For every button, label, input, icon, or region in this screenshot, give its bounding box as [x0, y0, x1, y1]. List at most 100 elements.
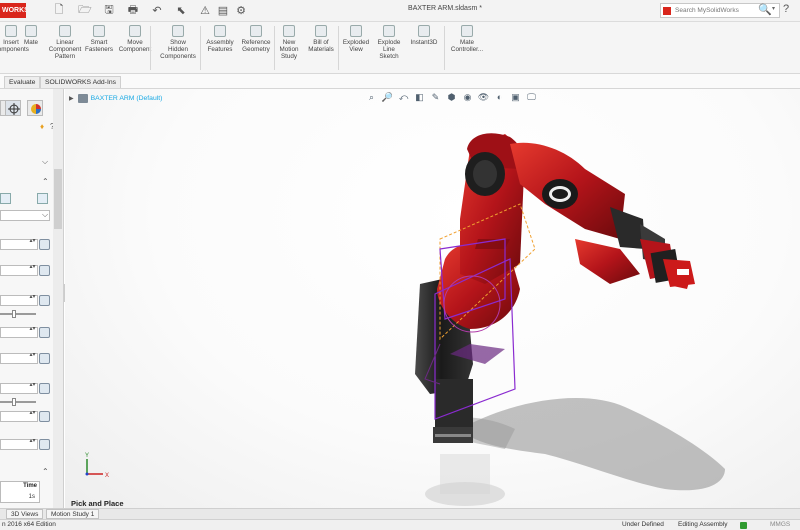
spinner-icon[interactable]: ▴▾ — [29, 294, 36, 306]
reference-geometry-button[interactable]: Reference Geometry — [238, 25, 274, 71]
new-motion-study-button[interactable]: New Motion Study — [276, 25, 302, 71]
tab-evaluate[interactable]: Evaluate — [4, 76, 41, 88]
triad-x-label: X — [105, 473, 109, 479]
mate-controller-label: Mate Controller... — [450, 39, 484, 53]
slider-thumb[interactable] — [12, 310, 16, 318]
collapse-chevron-icon-2[interactable]: ⌃ — [42, 177, 49, 186]
command-manager-ribbon: Insert ComponentsMate Linear Component Pa… — [0, 22, 800, 74]
link-value-icon[interactable] — [39, 327, 50, 338]
help-pin-icon[interactable]: ♦ — [40, 122, 44, 131]
link-value-icon[interactable] — [39, 411, 50, 422]
move-component-label: Move Component — [118, 39, 152, 53]
bill-of-materials-label: Bill of Materials — [308, 39, 334, 53]
show-hidden-components-button[interactable]: Show Hidden Components — [158, 25, 198, 71]
collapse-chevron-icon-3[interactable]: ⌃ — [42, 467, 49, 476]
assembly-features-label: Assembly Features — [206, 39, 234, 53]
spinner-icon[interactable]: ▴▾ — [29, 438, 36, 450]
spinner-icon[interactable]: ▴▾ — [29, 238, 36, 250]
file-props-icon[interactable]: ▤ — [214, 3, 232, 18]
select-icon[interactable]: ⬉ — [172, 3, 190, 18]
scrollbar-thumb[interactable] — [54, 169, 62, 229]
bill-of-materials-icon — [315, 25, 327, 37]
spinner-icon[interactable]: ▴▾ — [29, 410, 36, 422]
new-motion-study-label: New Motion Study — [279, 39, 299, 60]
link-value-icon[interactable] — [39, 239, 50, 250]
rebuild-icon[interactable]: ⚠ — [196, 3, 214, 18]
instant3d-button[interactable]: Instant3D — [408, 25, 440, 71]
move-component-icon — [129, 25, 141, 37]
move-component-button[interactable]: Move Component — [118, 25, 152, 71]
slider-thumb[interactable] — [12, 398, 16, 406]
mate-button[interactable]: Mate — [20, 25, 42, 71]
link-value-icon[interactable] — [39, 265, 50, 276]
linear-component-pattern-button[interactable]: Linear Component Pattern — [48, 25, 82, 71]
feature-manager-panel: ♦ ? ⌵ ⌃ ⌵ ⌃ Time 1s ▴▾▴▾▴▾▴▾▴▾▴▾▴▾▴▾ — [0, 89, 64, 508]
tab-config-manager[interactable] — [5, 100, 21, 116]
tab-motion-study-1[interactable]: Motion Study 1 — [46, 509, 100, 519]
bill-of-materials-button[interactable]: Bill of Materials — [306, 25, 336, 71]
time-column-header: Time — [23, 483, 37, 489]
value-slider[interactable] — [0, 310, 36, 318]
smart-fasteners-icon — [93, 25, 105, 37]
smart-fasteners-button[interactable]: Smart Fasteners — [85, 25, 113, 71]
command-manager-tabs: Evaluate SOLIDWORKS Add-Ins — [0, 74, 800, 89]
value-slider[interactable] — [0, 398, 36, 406]
motor-component-icon[interactable] — [0, 193, 11, 204]
save-icon[interactable]: 🖫 — [100, 3, 118, 18]
link-value-icon[interactable] — [39, 439, 50, 450]
solidworks-logo[interactable]: WORKS — [0, 3, 26, 18]
chevron-down-icon[interactable]: ⌵ — [42, 210, 48, 220]
rebuild-status-icon[interactable] — [740, 522, 747, 529]
tab-solidworks-addins[interactable]: SOLIDWORKS Add-Ins — [40, 76, 122, 88]
linear-component-pattern-icon — [59, 25, 71, 37]
units-indicator[interactable]: MMGS — [770, 521, 790, 528]
mate-icon — [25, 25, 37, 37]
search-icon[interactable]: 🔍 — [758, 3, 772, 18]
new-motion-study-icon — [283, 25, 295, 37]
definition-status: Under Defined — [622, 521, 664, 528]
options-icon[interactable]: ⚙ — [232, 3, 250, 18]
ribbon-separator — [274, 26, 275, 70]
panel-scrollbar[interactable] — [53, 89, 63, 508]
robot-gripper[interactable] — [640, 239, 695, 289]
search-dropdown-icon[interactable]: ▾ — [772, 5, 780, 12]
explode-line-sketch-button[interactable]: Explode Line Sketch — [375, 25, 403, 71]
solidworks-brand-icon — [663, 7, 671, 15]
collapse-chevron-icon[interactable]: ⌵ — [42, 157, 48, 167]
tab-display-manager[interactable] — [27, 100, 43, 116]
link-value-icon[interactable] — [39, 353, 50, 364]
reference-geometry-label: Reference Geometry — [241, 39, 271, 53]
spinner-icon[interactable]: ▴▾ — [29, 382, 36, 394]
link-value-icon[interactable] — [39, 295, 50, 306]
graphics-area[interactable]: ▶ BAXTER ARM (Default) ⌕ 🔎 ⤺ ◧ ✎ ⬢ ◉ 👁 ◐ ▣ 🖵 — [65, 89, 800, 508]
assembly-features-button[interactable]: Assembly Features — [205, 25, 235, 71]
print-icon[interactable]: 🖶 — [124, 3, 142, 18]
edition-text: n 2016 x64 Edition — [2, 521, 56, 528]
mate-controller-button[interactable]: Mate Controller... — [448, 25, 486, 71]
insert-components-button[interactable]: Insert Components — [0, 25, 29, 71]
show-hidden-components-label: Show Hidden Components — [160, 39, 196, 60]
undo-icon[interactable]: ↶ — [148, 3, 166, 18]
robot-arm-model[interactable]: Y X — [65, 89, 800, 508]
ribbon-separator — [200, 26, 201, 70]
feature-manager-tabs — [0, 100, 60, 116]
status-bar: n 2016 x64 Edition Under Defined Editing… — [0, 519, 800, 530]
time-table[interactable]: Time 1s — [0, 481, 40, 503]
new-doc-icon[interactable]: 🗋 — [50, 3, 68, 18]
open-icon[interactable]: 🗁 — [76, 3, 94, 18]
link-value-icon[interactable] — [39, 383, 50, 394]
smart-fasteners-label: Smart Fasteners — [85, 39, 113, 53]
robot-upper-arm[interactable] — [510, 142, 665, 284]
help-icon[interactable]: ? — [783, 3, 789, 15]
tab-3d-views[interactable]: 3D Views — [6, 509, 44, 519]
time-value[interactable]: 1s — [29, 494, 35, 500]
spinner-icon[interactable]: ▴▾ — [29, 326, 36, 338]
search-input[interactable]: Search MySolidWorks — [675, 7, 739, 14]
ribbon-separator — [150, 26, 151, 70]
title-bar: WORKS 🗋 🗁 🖫 🖶 ↶ ⬉ ⚠▤⚙ BAXTER ARM.sldasm * Sear… — [0, 0, 800, 22]
spinner-icon[interactable]: ▴▾ — [29, 352, 36, 364]
crosshair-icon — [8, 103, 20, 115]
motor-direction-icon[interactable] — [37, 193, 48, 204]
exploded-view-button[interactable]: Exploded View — [342, 25, 370, 71]
spinner-icon[interactable]: ▴▾ — [29, 264, 36, 276]
